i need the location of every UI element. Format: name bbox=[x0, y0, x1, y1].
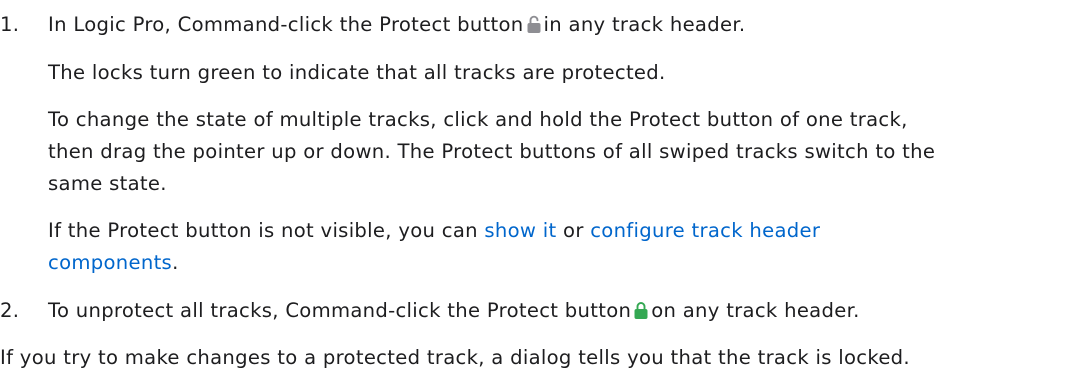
step-number: 1. bbox=[0, 13, 20, 36]
unlocked-padlock-icon bbox=[527, 15, 541, 33]
closing-paragraph: If you try to make changes to a protecte… bbox=[0, 346, 910, 369]
step-1-text-pre: In Logic Pro, Command-click the Protect … bbox=[48, 13, 524, 36]
configure-components-link[interactable]: components bbox=[48, 251, 172, 274]
step-2-instruction: To unprotect all tracks, Command-click t… bbox=[48, 301, 860, 321]
step-2-text-pre: To unprotect all tracks, Command-click t… bbox=[48, 299, 632, 322]
step-1-paragraph-locks: The locks turn green to indicate that al… bbox=[48, 61, 666, 84]
step-1-paragraph-visibility: If the Protect button is not visible, yo… bbox=[48, 221, 820, 241]
step-1-instruction: In Logic Pro, Command-click the Protect … bbox=[48, 15, 745, 35]
visibility-text-mid: or bbox=[563, 219, 584, 242]
help-article: 1. In Logic Pro, Command-click the Prote… bbox=[0, 0, 1086, 376]
step-number: 2. bbox=[0, 299, 20, 322]
step-2-text-post: on any track header. bbox=[651, 299, 860, 322]
step-1-text-post: in any track header. bbox=[543, 13, 746, 36]
step-1-paragraph-visibility-cont: components. bbox=[48, 253, 179, 273]
step-1-paragraph-multi-line1: To change the state of multiple tracks, … bbox=[48, 108, 908, 131]
configure-track-header-link[interactable]: configure track header bbox=[590, 219, 820, 242]
step-1-paragraph-multi-line2: then drag the pointer up or down. The Pr… bbox=[48, 140, 936, 163]
show-it-link[interactable]: show it bbox=[484, 219, 556, 242]
visibility-text-end: . bbox=[172, 251, 179, 274]
locked-padlock-green-icon bbox=[634, 301, 648, 319]
visibility-text-pre: If the Protect button is not visible, yo… bbox=[48, 219, 478, 242]
step-1-paragraph-multi-line3: same state. bbox=[48, 172, 167, 195]
